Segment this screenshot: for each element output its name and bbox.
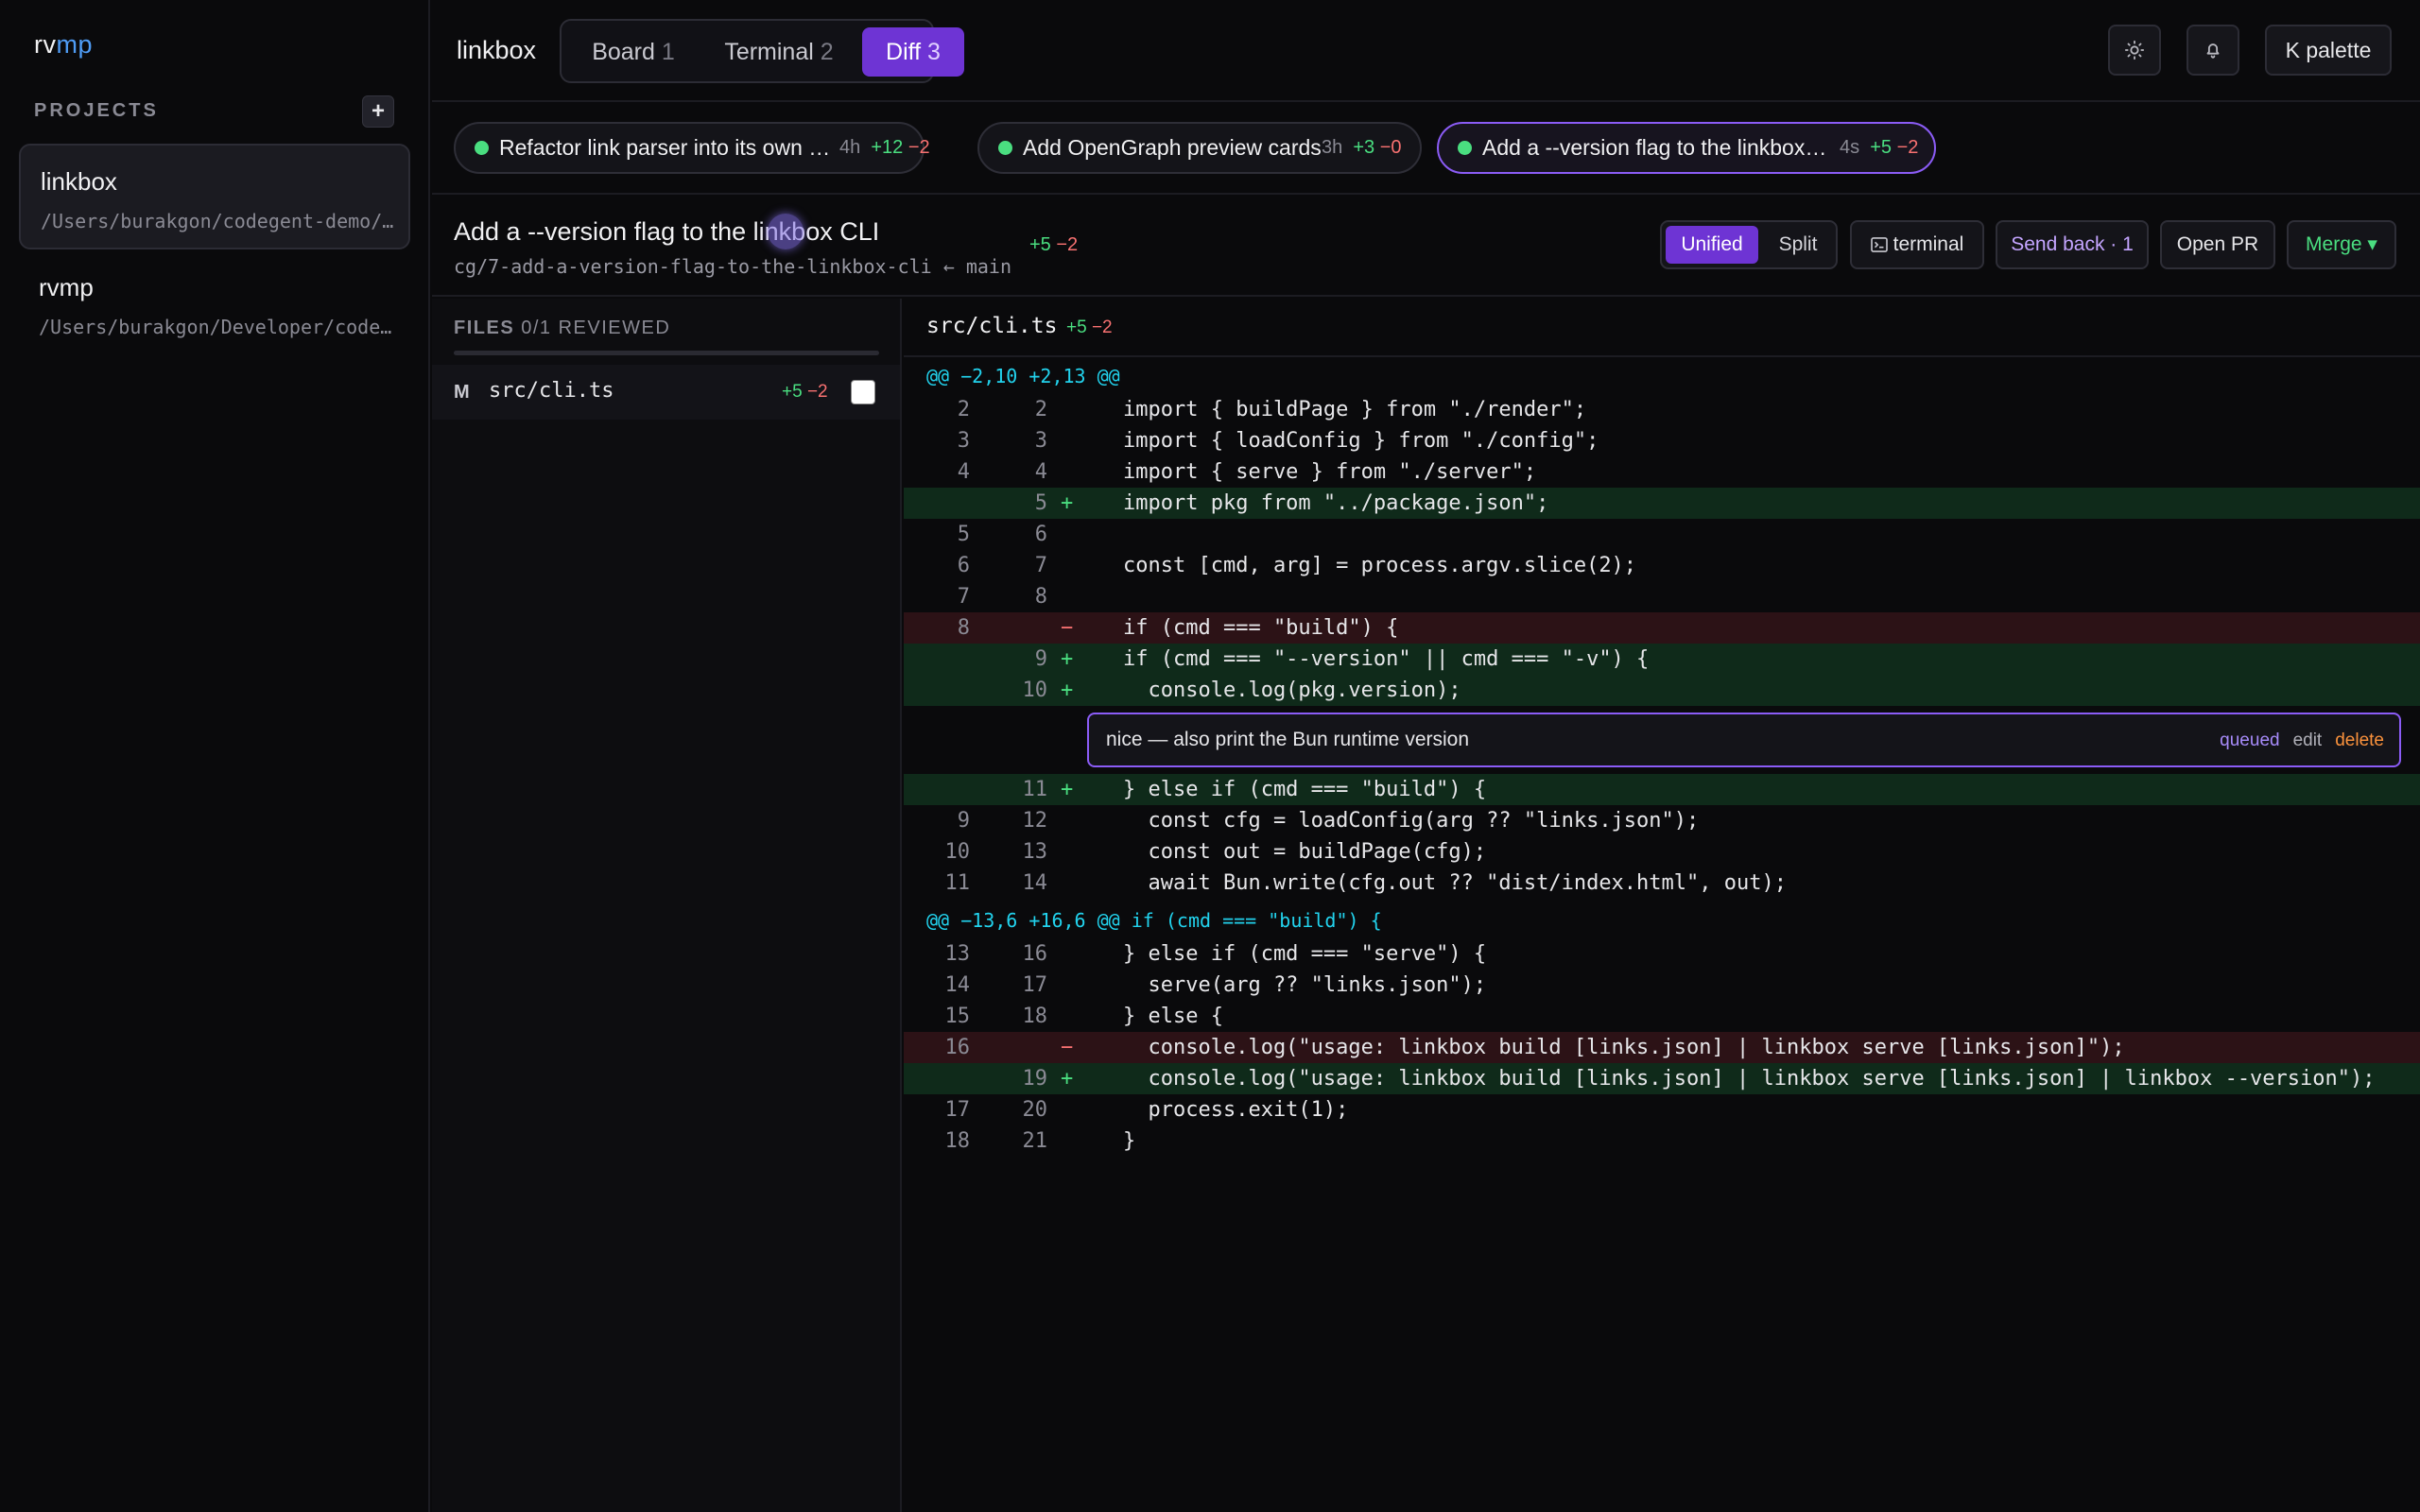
command-palette-button[interactable]: K palette [2265, 25, 2392, 76]
comment-delete-link[interactable]: delete [2335, 730, 2384, 750]
comment-edit-link[interactable]: edit [2293, 730, 2323, 750]
tab-board[interactable]: Board 1 [569, 27, 698, 77]
task-info-bar: Add a --version flag to the linkbox CLI … [432, 197, 2420, 297]
project-item-rvmp[interactable]: rvmp /Users/burakgon/Developer/codegent [19, 251, 410, 357]
diff-file-name: src/cli.ts [926, 314, 1058, 338]
task-title: Refactor link parser into its own m… [499, 135, 839, 160]
diff-line[interactable]: 17 20 process.exit(1); [904, 1094, 2420, 1125]
file-row[interactable]: M src/cli.ts +5 −2 [432, 365, 900, 420]
split-view-button[interactable]: Split [1762, 226, 1834, 264]
status-dot [998, 141, 1012, 155]
project-name: linkbox [41, 167, 117, 196]
files-panel: FILES 0/1 REVIEWED M src/cli.ts +5 −2 [432, 299, 902, 1512]
diff-line[interactable]: 15 18} else { [904, 1001, 2420, 1032]
diff-line[interactable]: 56 [904, 519, 2420, 550]
task-title: Add a --version flag to the linkbox … [1482, 135, 1832, 160]
task-meta: 4h +12 −2 [839, 137, 930, 158]
file-name: src/cli.ts [489, 379, 614, 403]
diff-line-removed[interactable]: 8− if (cmd === "build") { [904, 612, 2420, 644]
file-status: M [454, 382, 470, 403]
comment-queued-status: queued [2220, 730, 2280, 750]
app-logo: rvmp [34, 30, 94, 59]
diff-view-toggle: Unified Split [1660, 220, 1838, 269]
task-meta: 3h +3 −0 [1322, 137, 1402, 158]
send-back-button[interactable]: Send back · 1 [1996, 220, 2149, 269]
review-comment: nice — also print the Bun runtime versio… [1087, 713, 2401, 767]
open-pr-button[interactable]: Open PR [2160, 220, 2275, 269]
diff-line[interactable]: 18 21} [904, 1125, 2420, 1157]
project-title: linkbox [457, 36, 537, 64]
view-tabs: Board 1 Terminal 2 Diff 3 [560, 19, 964, 83]
task-meta: 4s +5 −2 [1840, 137, 1919, 158]
comment-actions: queued edit delete [2220, 730, 2384, 751]
status-dot [475, 141, 489, 155]
cursor-indicator [768, 214, 804, 249]
open-terminal-button[interactable]: terminal [1850, 220, 1984, 269]
task-diff-stat: +5 −2 [1029, 234, 1079, 255]
task-tab-refactor[interactable]: Refactor link parser into its own m… 4h … [454, 122, 930, 174]
diff-line-added[interactable]: 10 + console.log(pkg.version); [904, 675, 2420, 706]
project-path: /Users/burakgon/Developer/codegent [39, 316, 398, 338]
merge-button[interactable]: Merge ▾ [2287, 220, 2396, 269]
diff-line-added[interactable]: 19 + console.log("usage: linkbox build [l… [904, 1063, 2420, 1094]
diff-line[interactable]: 11 14 await Bun.write(cfg.out ?? "dist/in… [904, 868, 2420, 899]
files-heading: FILES 0/1 REVIEWED [454, 318, 671, 338]
tab-terminal[interactable]: Terminal 2 [703, 27, 855, 77]
hunk-header: @@ −13,6 +16,6 @@ if (cmd === "build") { [926, 909, 1382, 932]
projects-heading: PROJECTS [34, 100, 159, 121]
hunk-header: @@ −2,10 +2,13 @@ [926, 365, 1120, 387]
diff-line-added[interactable]: 9 + if (cmd === "--version" || cmd === "-v… [904, 644, 2420, 675]
project-item-linkbox[interactable]: linkbox /Users/burakgon/codegent-demo/li… [19, 144, 410, 249]
diff-line[interactable]: 9 12 const cfg = loadConfig(arg ?? "links… [904, 805, 2420, 836]
branch-label: cg/7-add-a-version-flag-to-the-linkbox-c… [454, 255, 1012, 278]
review-progress-bar [454, 351, 879, 355]
diff-line[interactable]: 6 7 const [cmd, arg] = process.argv.slice(… [904, 550, 2420, 581]
file-diff-stat: +5 −2 [782, 382, 828, 402]
diff-file-header: src/cli.ts +5 −2 [904, 299, 2420, 357]
reviewed-checkbox[interactable] [851, 380, 875, 404]
diff-line-added[interactable]: 5 + import pkg from "../package.json"; [904, 488, 2420, 519]
task-tab-opengraph[interactable]: Add OpenGraph preview cards 3h +3 −0 [977, 122, 1422, 174]
terminal-icon [1870, 237, 1888, 252]
sun-icon [2124, 40, 2145, 60]
task-tabs: Refactor link parser into its own m… 4h … [432, 104, 2420, 195]
diff-file-stat: +5 −2 [1066, 318, 1113, 337]
diff-line[interactable]: 2 2 import { buildPage } from "./render"; [904, 394, 2420, 425]
diff-line[interactable]: 10 13 const out = buildPage(cfg); [904, 836, 2420, 868]
diff-line[interactable]: 78 [904, 581, 2420, 612]
add-project-button[interactable]: + [362, 95, 394, 128]
bell-icon [2206, 43, 2220, 59]
diff-viewer: src/cli.ts +5 −2 @@ −2,10 +2,13 @@ 2 2 imp… [904, 299, 2420, 1512]
notifications-button[interactable] [2187, 25, 2239, 76]
project-name: rvmp [39, 273, 94, 301]
task-tab-version-flag[interactable]: Add a --version flag to the linkbox … 4s… [1437, 122, 1936, 174]
diff-line[interactable]: 14 17 serve(arg ?? "links.json"); [904, 970, 2420, 1001]
status-dot [1458, 141, 1472, 155]
project-path: /Users/burakgon/codegent-demo/linkbox [41, 210, 400, 232]
diff-line-added[interactable]: 11 +} else if (cmd === "build") { [904, 774, 2420, 805]
comment-text: nice — also print the Bun runtime versio… [1106, 729, 1470, 750]
task-title-heading: Add a --version flag to the linkbox CLI [454, 217, 880, 246]
theme-toggle-button[interactable] [2108, 25, 2161, 76]
diff-line[interactable]: 13 16} else if (cmd === "serve") { [904, 938, 2420, 970]
diff-line[interactable]: 4 4 import { serve } from "./server"; [904, 456, 2420, 488]
diff-line-removed[interactable]: 16− console.log("usage: linkbox build [l… [904, 1032, 2420, 1063]
sidebar: rvmp PROJECTS + linkbox /Users/burakgon/… [0, 0, 430, 1512]
diff-line[interactable]: 3 3 import { loadConfig } from "./config"; [904, 425, 2420, 456]
tab-diff[interactable]: Diff 3 [862, 27, 964, 77]
top-bar: linkbox Board 1 Terminal 2 Diff 3 K pale… [432, 0, 2420, 102]
unified-view-button[interactable]: Unified [1666, 226, 1758, 264]
task-title: Add OpenGraph preview cards [1023, 135, 1322, 160]
